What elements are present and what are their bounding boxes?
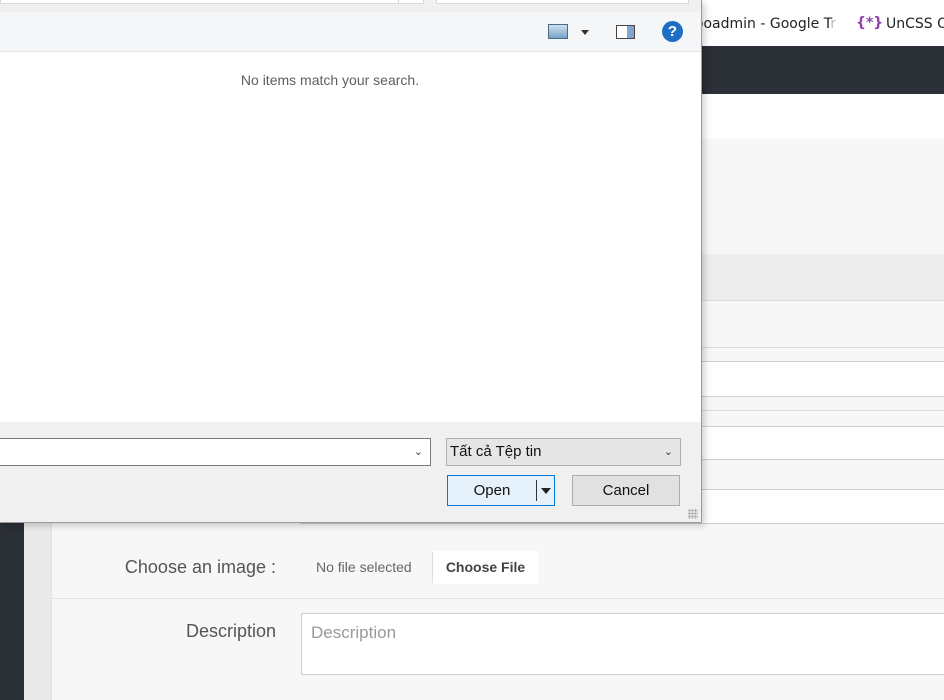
empty-message: No items match your search. bbox=[240, 72, 420, 88]
view-options-dropdown-icon[interactable] bbox=[581, 30, 589, 35]
preview-pane-icon[interactable] bbox=[616, 25, 635, 39]
choose-file-button[interactable]: Choose File bbox=[433, 551, 538, 584]
path-bar[interactable] bbox=[0, 0, 424, 4]
file-status: No file selected bbox=[316, 559, 412, 575]
bookmark-uncss[interactable]: UnCSS O bbox=[886, 16, 944, 32]
chevron-down-icon: ⌄ bbox=[663, 446, 673, 458]
resize-grip-icon[interactable] bbox=[688, 509, 698, 519]
file-open-dialog: ? No items match your search. ⌄ Tất cả T… bbox=[0, 0, 702, 523]
description-placeholder: Description bbox=[311, 623, 397, 642]
form-divider bbox=[51, 598, 944, 599]
chevron-down-icon[interactable]: ⌄ bbox=[414, 445, 423, 458]
description-label: Description bbox=[185, 621, 276, 641]
description-textarea[interactable]: Description bbox=[301, 613, 944, 675]
split-divider bbox=[536, 480, 537, 501]
filename-input[interactable]: ⌄ bbox=[0, 438, 431, 466]
open-button[interactable]: Open bbox=[447, 475, 555, 506]
open-button-label: Open bbox=[473, 482, 511, 499]
file-list[interactable]: No items match your search. bbox=[0, 53, 701, 422]
uncss-icon: {*} bbox=[856, 15, 884, 31]
bg-input-field[interactable] bbox=[700, 426, 944, 460]
bookmark-google-fade: r bbox=[830, 16, 836, 32]
bg-input-field[interactable] bbox=[700, 361, 944, 397]
cancel-button[interactable]: Cancel bbox=[572, 475, 680, 506]
path-separator bbox=[398, 0, 399, 4]
help-icon[interactable]: ? bbox=[662, 21, 683, 42]
filetype-selected-label: Tất cả Tệp tin bbox=[450, 443, 542, 460]
image-label: Choose an image : bbox=[124, 557, 276, 577]
dialog-toolbar: ? bbox=[0, 12, 701, 52]
bookmark-google-label: fooadmin - Google T bbox=[690, 16, 831, 32]
divider bbox=[700, 410, 944, 411]
divider bbox=[700, 347, 944, 348]
search-box[interactable] bbox=[436, 0, 689, 4]
open-options-arrow-icon[interactable] bbox=[541, 488, 551, 494]
dialog-footer: ⌄ Tất cả Tệp tin ⌄ Open Cancel bbox=[0, 422, 701, 522]
divider bbox=[700, 300, 944, 301]
bookmark-google[interactable]: fooadmin - Google Tr bbox=[690, 16, 836, 32]
panel-heading bbox=[700, 254, 944, 300]
dialog-address-row bbox=[0, 0, 701, 12]
change-view-icon[interactable] bbox=[548, 24, 568, 39]
filetype-select[interactable]: Tất cả Tệp tin ⌄ bbox=[446, 438, 681, 466]
